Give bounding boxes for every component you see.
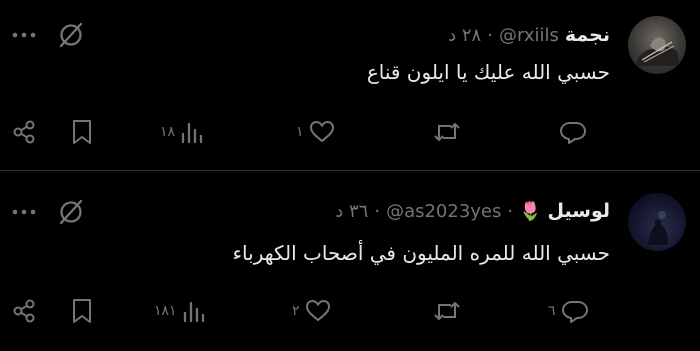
share-icon xyxy=(10,118,38,146)
reply-bubble-icon xyxy=(560,297,590,325)
user-handle[interactable]: @rxiils xyxy=(499,25,559,46)
bookmark-button[interactable] xyxy=(70,114,94,150)
heart-icon xyxy=(308,118,336,146)
retweet-icon xyxy=(432,297,462,325)
retweet-icon xyxy=(432,118,462,146)
views-button[interactable]: ١٨١ xyxy=(154,293,207,329)
share-button[interactable] xyxy=(10,293,38,329)
like-count: ٢ xyxy=(292,303,300,319)
tweet[interactable]: لوسيل 🌷 · @as2023yes · ٣٦ د حسبي الله لل… xyxy=(0,171,700,351)
tweet-top-actions xyxy=(10,197,86,227)
grok-icon[interactable] xyxy=(56,197,86,227)
reply-count: ٦ xyxy=(548,303,556,319)
tweet[interactable]: نجمة @rxiils · ٢٨ د حسبي الله عليك يا اي… xyxy=(0,0,700,170)
avatar[interactable] xyxy=(628,193,686,251)
timeline-feed: نجمة @rxiils · ٢٨ د حسبي الله عليك يا اي… xyxy=(0,0,700,351)
more-dots-icon[interactable] xyxy=(10,198,38,226)
bookmark-icon xyxy=(70,297,94,325)
more-dots-icon[interactable] xyxy=(10,21,38,49)
tweet-header: لوسيل 🌷 · @as2023yes · ٣٦ د xyxy=(335,198,610,224)
avatar[interactable] xyxy=(628,16,686,74)
user-handle[interactable]: @as2023yes xyxy=(386,201,501,222)
views-button[interactable]: ١٨ xyxy=(160,114,205,150)
tweet-top-actions xyxy=(10,20,86,50)
reply-button[interactable] xyxy=(554,114,588,150)
bookmark-icon xyxy=(70,118,94,146)
bar-chart-icon xyxy=(181,297,207,325)
grok-icon[interactable] xyxy=(56,20,86,50)
share-icon xyxy=(10,297,38,325)
separator-dot: · xyxy=(487,24,493,46)
bar-chart-icon xyxy=(179,118,205,146)
reply-bubble-icon xyxy=(558,118,588,146)
tweet-header: نجمة @rxiils · ٢٨ د xyxy=(448,22,610,48)
tweet-text: حسبي الله عليك يا ايلون قناع xyxy=(366,60,610,84)
display-name[interactable]: لوسيل xyxy=(548,200,610,222)
retweet-button[interactable] xyxy=(428,114,462,150)
tweet-actions: ١٨١ ٢ ٦ xyxy=(0,293,700,329)
views-count: ١٨ xyxy=(160,124,176,140)
timestamp[interactable]: ٢٨ د xyxy=(448,25,481,46)
tweet-actions: ١٨ ١ xyxy=(0,114,700,150)
views-count: ١٨١ xyxy=(154,303,177,319)
tulip-emoji: 🌷 xyxy=(519,200,542,222)
timestamp[interactable]: ٣٦ د xyxy=(335,201,368,222)
like-count: ١ xyxy=(296,124,304,140)
share-button[interactable] xyxy=(10,114,38,150)
separator-dot: · xyxy=(507,200,514,222)
heart-icon xyxy=(304,297,332,325)
bookmark-button[interactable] xyxy=(70,293,94,329)
tweet-text: حسبي الله للمره المليون في أصحاب الكهربا… xyxy=(232,241,610,265)
display-name[interactable]: نجمة xyxy=(565,24,610,46)
separator-dot: · xyxy=(374,200,381,222)
reply-button[interactable]: ٦ xyxy=(548,293,590,329)
like-button[interactable]: ١ xyxy=(296,114,336,150)
like-button[interactable]: ٢ xyxy=(292,293,332,329)
retweet-button[interactable] xyxy=(428,293,462,329)
